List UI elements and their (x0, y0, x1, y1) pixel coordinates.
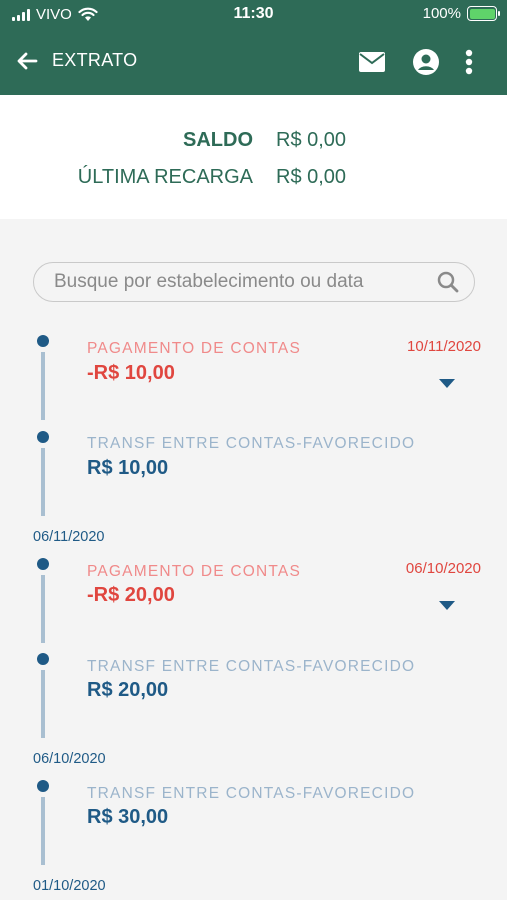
transaction-date: 10/11/2020 (407, 338, 481, 355)
transaction-label: TRANSF ENTRE CONTAS-FAVORECIDO (87, 435, 416, 452)
battery-percent: 100% (422, 5, 461, 22)
timeline-dot (37, 431, 49, 443)
transaction-amount: -R$ 10,00 (87, 362, 175, 384)
last-recharge-label: ÚLTIMA RECARGA (77, 166, 253, 188)
mail-icon (359, 52, 385, 72)
timeline-dot (37, 653, 49, 665)
group-date: 06/10/2020 (33, 751, 106, 767)
timeline-line (41, 797, 45, 865)
timeline-dot (37, 780, 49, 792)
transaction-label: PAGAMENTO DE CONTAS (87, 563, 301, 580)
more-vert-icon (465, 49, 473, 75)
status-bar: VIVO 11:30 100% (0, 0, 507, 30)
last-recharge-value: R$ 0,00 (276, 166, 347, 188)
group-date: 06/11/2020 (33, 529, 105, 545)
balance-card: SALDO R$ 0,00 ÚLTIMA RECARGA R$ 0,00 (0, 95, 507, 219)
search-input[interactable] (54, 268, 424, 296)
timeline-dot (37, 558, 49, 570)
transaction-amount: -R$ 20,00 (87, 584, 175, 606)
timeline-dot (37, 335, 49, 347)
page-title: EXTRATO (52, 50, 138, 70)
group-date: 01/10/2020 (33, 878, 106, 894)
search-icon[interactable] (436, 270, 460, 294)
expand-chevron-icon[interactable] (438, 599, 456, 611)
back-arrow-icon[interactable] (14, 48, 40, 74)
transaction-date: 06/10/2020 (405, 560, 481, 577)
transaction-label: TRANSF ENTRE CONTAS-FAVORECIDO (87, 785, 416, 802)
transaction-amount: R$ 10,00 (87, 457, 169, 479)
expand-chevron-icon[interactable] (438, 377, 456, 389)
transaction-label: TRANSF ENTRE CONTAS-FAVORECIDO (87, 658, 416, 675)
app-header: VIVO 11:30 100% EXTRATO (0, 0, 507, 95)
timeline-line (41, 575, 45, 643)
more-options-button[interactable] (453, 46, 485, 78)
transaction-amount: R$ 30,00 (87, 806, 169, 828)
search-bar[interactable] (33, 262, 475, 302)
app-bar: EXTRATO (0, 38, 507, 84)
messages-button[interactable] (356, 46, 388, 78)
balance-label: SALDO (183, 129, 253, 151)
timeline-line (41, 352, 45, 420)
profile-button[interactable] (410, 46, 442, 78)
balance-value: R$ 0,00 (276, 129, 347, 151)
battery-icon (467, 6, 500, 21)
account-circle-icon (413, 49, 439, 75)
transaction-amount: R$ 20,00 (87, 679, 169, 701)
timeline-line (41, 448, 45, 516)
transaction-label: PAGAMENTO DE CONTAS (87, 340, 301, 357)
timeline-line (41, 670, 45, 738)
